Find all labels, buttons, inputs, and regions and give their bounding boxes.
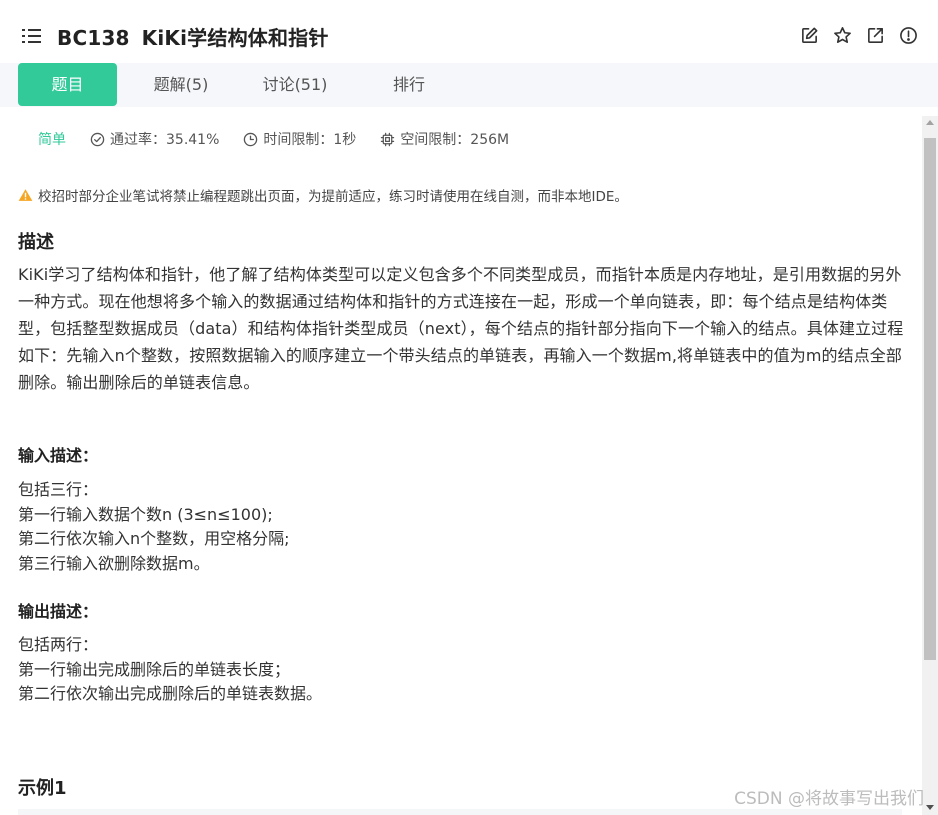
tab-solutions[interactable]: 题解(5) xyxy=(131,63,231,106)
chip-icon xyxy=(381,132,395,146)
notice-text: 校招时部分企业笔试将禁止编程题跳出页面，为提前适应，练习时请使用在线自测，而非本… xyxy=(38,189,628,205)
check-circle-icon xyxy=(90,132,105,146)
time-limit-text: 时间限制：1秒 xyxy=(263,132,357,148)
output-line: 第一行输出完成删除后的单链表长度； xyxy=(18,659,291,679)
problem-header: BC138 KiKi学结构体和指针 xyxy=(0,0,938,64)
problem-content: 简单 通过率：35.41% 时间限制：1秒 空间限制：256M 校招时部分企业笔… xyxy=(0,107,922,815)
notice-banner: 校招时部分企业笔试将禁止编程题跳出页面，为提前适应，练习时请使用在线自测，而非本… xyxy=(18,185,628,205)
clock-icon xyxy=(244,132,258,146)
problem-code: BC138 xyxy=(57,26,130,50)
external-link-icon[interactable] xyxy=(866,26,885,45)
pass-rate-text: 通过率：35.41% xyxy=(110,132,220,148)
input-line: 第三行输入欲删除数据m。 xyxy=(18,553,210,573)
input-line: 包括三行： xyxy=(18,480,99,499)
header-actions xyxy=(800,26,918,45)
input-description: 包括三行： 第一行输入数据个数n (3≤n≤100); 第二行依次输入n个整数，… xyxy=(18,478,290,576)
edit-icon[interactable] xyxy=(800,26,819,45)
space-limit-text: 空间限制：256M xyxy=(400,132,510,148)
scroll-down-arrow-icon[interactable] xyxy=(926,805,934,810)
problem-meta: 简单 通过率：35.41% 时间限制：1秒 空间限制：256M xyxy=(38,129,533,149)
tab-bar: 题目 题解(5) 讨论(51) 排行 xyxy=(0,63,938,107)
report-icon[interactable] xyxy=(899,26,918,45)
output-line: 第二行依次输出完成删除后的单链表数据。 xyxy=(18,684,323,703)
input-line: 第一行输入数据个数n (3≤n≤100); xyxy=(18,504,273,524)
space-limit: 空间限制：256M xyxy=(380,129,509,149)
tab-discussion[interactable]: 讨论(51) xyxy=(245,63,345,106)
scroll-up-arrow-icon[interactable] xyxy=(926,120,934,125)
input-line: 第二行依次输入n个整数，用空格分隔; xyxy=(18,529,290,548)
output-heading: 输出描述： xyxy=(18,602,99,621)
time-limit: 时间限制：1秒 xyxy=(243,129,356,149)
page-title: BC138 KiKi学结构体和指针 xyxy=(57,22,329,51)
description-heading: 描述 xyxy=(18,232,54,253)
vertical-scrollbar[interactable] xyxy=(922,116,938,815)
input-heading: 输入描述： xyxy=(18,446,99,465)
example-heading: 示例1 xyxy=(18,778,67,799)
scroll-thumb[interactable] xyxy=(924,138,936,660)
difficulty-badge: 简单 xyxy=(38,132,66,148)
tab-problem[interactable]: 题目 xyxy=(18,63,117,106)
tab-ranking[interactable]: 排行 xyxy=(359,63,459,106)
example-box xyxy=(18,809,902,815)
pass-rate: 通过率：35.41% xyxy=(90,129,219,149)
output-line: 包括两行： xyxy=(18,635,99,654)
description-text: KiKi学习了结构体和指针，他了解了结构体类型可以定义包含多个不同类型成员，而指… xyxy=(18,265,904,392)
watermark: CSDN @将故事写出我们 xyxy=(734,789,924,809)
warning-icon xyxy=(18,189,33,201)
problem-title: KiKi学结构体和指针 xyxy=(141,26,329,50)
output-description: 包括两行： 第一行输出完成删除后的单链表长度； 第二行依次输出完成删除后的单链表… xyxy=(18,633,322,707)
menu-icon[interactable] xyxy=(22,28,41,44)
star-icon[interactable] xyxy=(833,26,852,45)
